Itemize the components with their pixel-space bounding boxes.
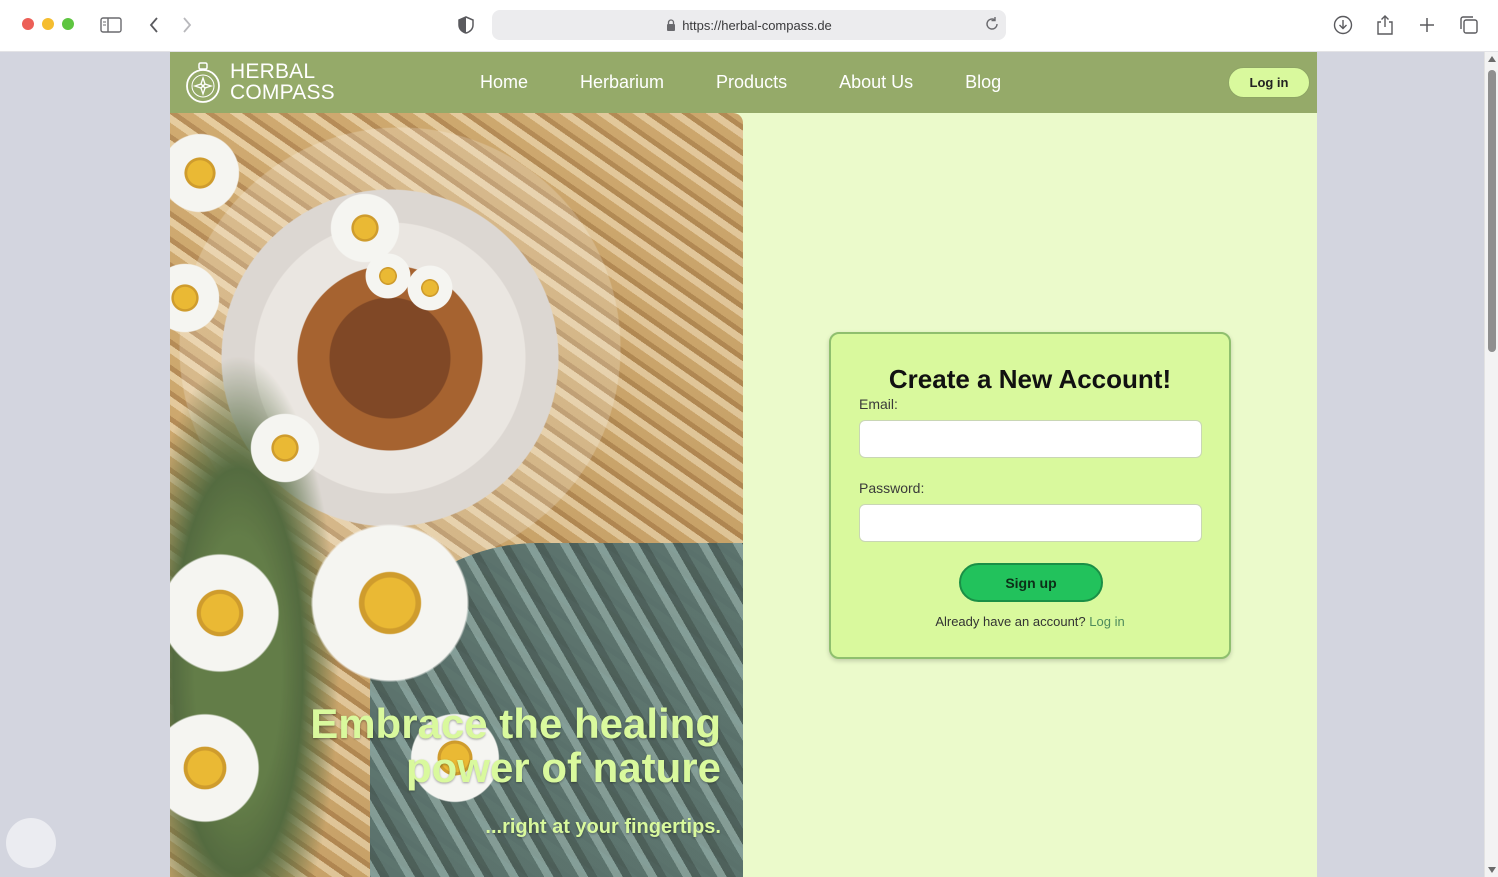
- email-label: Email:: [859, 396, 898, 412]
- url-text: https://herbal-compass.de: [682, 17, 832, 33]
- header-login-button[interactable]: Log in: [1228, 67, 1310, 98]
- site-header: HERBAL COMPASS Home Herbarium Products A…: [170, 52, 1317, 113]
- browser-toolbar: https://herbal-compass.de: [0, 0, 1498, 52]
- login-link[interactable]: Log in: [1089, 614, 1124, 629]
- shield-icon[interactable]: [453, 12, 479, 38]
- scrollbar-thumb[interactable]: [1488, 70, 1496, 352]
- sign-up-button[interactable]: Sign up: [959, 563, 1103, 602]
- signup-title: Create a New Account!: [888, 364, 1172, 394]
- nav-about-us[interactable]: About Us: [839, 72, 913, 93]
- sidebar-icon[interactable]: [98, 12, 124, 38]
- main-nav: Home Herbarium Products About Us Blog: [454, 52, 1027, 113]
- address-bar[interactable]: https://herbal-compass.de: [492, 10, 1006, 40]
- hero-image: Embrace the healing power of nature ...r…: [170, 113, 743, 877]
- logo-text: HERBAL COMPASS: [230, 61, 335, 103]
- tabs-icon[interactable]: [1456, 12, 1482, 38]
- chevron-right-icon[interactable]: [174, 12, 200, 38]
- signup-card: Create a New Account! Email: Password: S…: [829, 332, 1231, 659]
- login-prompt-text: Already have an account?: [935, 614, 1086, 629]
- reload-icon[interactable]: [984, 16, 1000, 32]
- logo-line-2: COMPASS: [230, 81, 335, 104]
- hero-title-line-2: power of nature: [405, 744, 721, 791]
- compass-icon: [186, 62, 220, 103]
- nav-products[interactable]: Products: [716, 72, 787, 93]
- login-prompt: Already have an account? Log in: [831, 614, 1229, 629]
- password-field[interactable]: [859, 504, 1202, 542]
- close-window-button[interactable]: [22, 18, 34, 30]
- logo-line-1: HERBAL: [230, 60, 316, 83]
- zoom-window-button[interactable]: [62, 18, 74, 30]
- hero-title: Embrace the healing power of nature: [241, 702, 721, 790]
- lock-icon: [667, 19, 676, 31]
- email-field[interactable]: [859, 420, 1202, 458]
- web-page: HERBAL COMPASS Home Herbarium Products A…: [170, 52, 1317, 877]
- scroll-up-arrow-icon[interactable]: [1488, 56, 1496, 62]
- site-logo[interactable]: HERBAL COMPASS: [184, 59, 335, 105]
- hero-title-line-1: Embrace the healing: [310, 700, 721, 747]
- scroll-down-arrow-icon[interactable]: [1488, 867, 1496, 873]
- plus-icon[interactable]: [1414, 12, 1440, 38]
- overlay-blob: [6, 818, 56, 868]
- nav-herbarium[interactable]: Herbarium: [580, 72, 664, 93]
- hero-subtitle: ...right at your fingertips.: [485, 816, 721, 838]
- minimize-window-button[interactable]: [42, 18, 54, 30]
- download-icon[interactable]: [1330, 12, 1356, 38]
- password-label: Password:: [859, 480, 925, 496]
- nav-blog[interactable]: Blog: [965, 72, 1001, 93]
- nav-home[interactable]: Home: [480, 72, 528, 93]
- vertical-scrollbar[interactable]: [1484, 52, 1498, 877]
- share-icon[interactable]: [1372, 12, 1398, 38]
- chevron-left-icon[interactable]: [141, 12, 167, 38]
